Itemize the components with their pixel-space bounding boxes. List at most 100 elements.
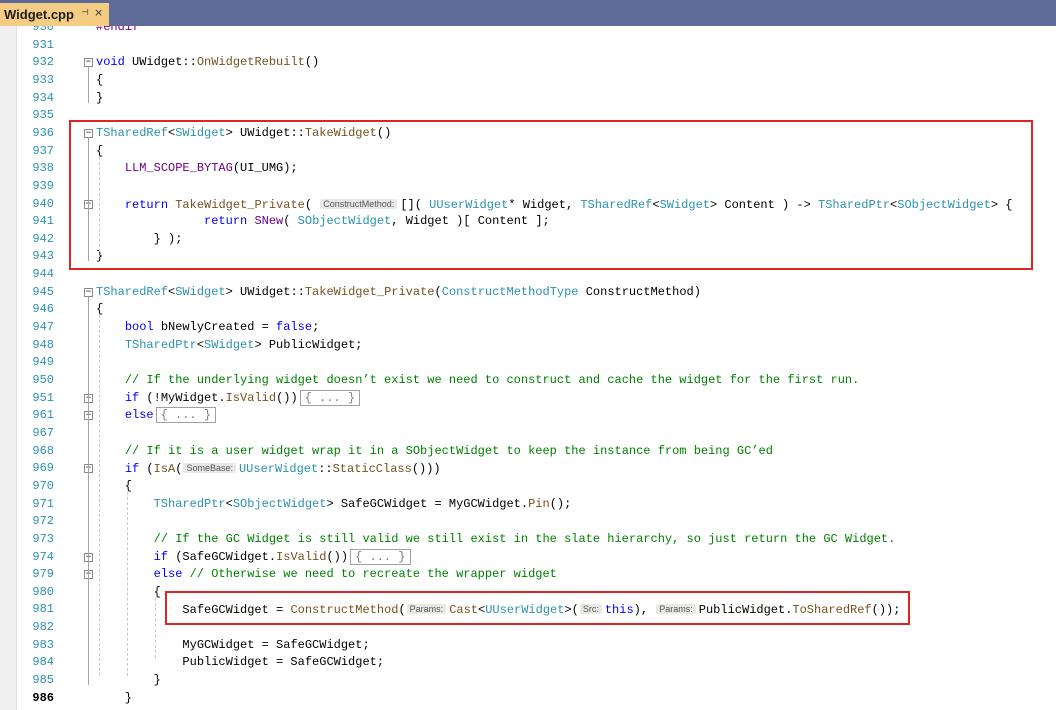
code-line[interactable]: 984 PublicWidget = SafeGCWidget; [0, 654, 1056, 672]
code-line[interactable]: 974 + if (SafeGCWidget.IsValid()){ ... } [0, 548, 1056, 567]
line-number: 948 [32, 337, 54, 352]
line-number: 947 [32, 320, 54, 335]
code-token: ( [175, 462, 183, 477]
code-token: () [304, 55, 320, 70]
code-text: TSharedRef<SWidget> UWidget::TakeWidget_… [96, 284, 701, 302]
code-token: void [96, 55, 125, 70]
code-token: SObjectWidget [232, 496, 327, 511]
parameter-hint: SomeBase: [183, 463, 236, 474]
code-line[interactable]: 970 { [0, 478, 1056, 496]
code-text: { [96, 584, 161, 602]
code-text: } [96, 690, 132, 708]
line-number: 940 [32, 196, 54, 211]
line-number: 951 [32, 390, 54, 405]
line-number: 941 [32, 214, 54, 229]
code-token: ()) [326, 549, 349, 564]
code-line[interactable]: 948 TSharedPtr<SWidget> PublicWidget; [0, 337, 1056, 355]
indent-guide [127, 491, 128, 677]
line-number: 973 [32, 531, 54, 546]
code-token: } [96, 690, 133, 705]
code-line[interactable]: 983 MyGCWidget = SafeGCWidget; [0, 637, 1056, 655]
line-number: 984 [32, 655, 54, 670]
code-line[interactable]: 968 // If it is a user widget wrap it in… [0, 443, 1056, 461]
code-token: (!MyWidget. [139, 390, 226, 405]
code-text: if (SafeGCWidget.IsValid()){ ... } [96, 548, 411, 567]
line-number: 933 [32, 72, 54, 87]
line-number: 979 [32, 567, 54, 582]
pin-icon[interactable]: ⊣ [81, 8, 89, 18]
code-token: < [225, 496, 233, 511]
code-editor[interactable]: 930 #endif 931 932− void UWidget::OnWidgetRe… [0, 26, 1056, 710]
code-line[interactable]: 947 bool bNewlyCreated = false; [0, 319, 1056, 337]
document-tab-bar: Widget.cpp ⊣ × [0, 0, 1056, 26]
line-number: 971 [32, 496, 54, 511]
code-line[interactable]: 951 + if (!MyWidget.IsValid()){ ... } [0, 389, 1056, 408]
line-number: 985 [32, 673, 54, 688]
code-token: IsA [153, 462, 176, 477]
code-token: else [124, 408, 154, 423]
code-line[interactable]: 969− if (IsA(SomeBase: UUserWidget::Stati… [0, 460, 1056, 478]
code-text: TSharedPtr<SWidget> PublicWidget; [96, 337, 363, 355]
code-line[interactable]: 971 TSharedPtr<SObjectWidget> SafeGCWidg… [0, 496, 1056, 514]
code-text: void UWidget::OnWidgetRebuilt() [96, 54, 319, 72]
code-token: PublicWidget = SafeGCWidget; [96, 655, 385, 670]
line-number: 981 [32, 602, 54, 617]
code-text: // If the underlying widget doesn’t exis… [96, 372, 860, 390]
code-token: // If it is a user widget wrap it in a S… [124, 443, 773, 458]
code-line[interactable]: 931 [0, 37, 1056, 55]
code-token: Pin [528, 496, 550, 511]
code-line[interactable]: 979− else // Otherwise we need to recrea… [0, 566, 1056, 584]
indent-guide [155, 597, 156, 659]
code-token: false [276, 320, 313, 335]
collapsed-block[interactable]: { ... } [350, 548, 411, 565]
line-number: 983 [32, 637, 54, 652]
code-text: MyGCWidget = SafeGCWidget; [96, 637, 369, 655]
code-line[interactable]: 972 [0, 513, 1056, 531]
code-token: if [124, 462, 140, 477]
code-line[interactable]: 946 { [0, 301, 1056, 319]
code-line[interactable]: 973 // If the GC Widget is still valid w… [0, 531, 1056, 549]
code-token: ( [139, 462, 154, 477]
code-line[interactable]: 950 // If the underlying widget doesn’t … [0, 372, 1056, 390]
collapse-icon[interactable]: − [84, 287, 93, 297]
code-text: if (!MyWidget.IsValid()){ ... } [96, 389, 361, 408]
code-line[interactable]: 933 { [0, 72, 1056, 90]
code-line[interactable]: 949 [0, 354, 1056, 372]
code-text: bool bNewlyCreated = false; [96, 319, 319, 337]
collapsed-block[interactable]: { ... } [299, 389, 361, 406]
code-token: TSharedRef [96, 284, 169, 299]
code-token: { [96, 584, 161, 599]
collapsed-block[interactable]: { ... } [155, 407, 217, 424]
code-line[interactable]: 967 [0, 425, 1056, 443]
code-line[interactable]: 934} [0, 90, 1056, 108]
code-line[interactable]: 985 } [0, 672, 1056, 690]
collapse-icon[interactable]: − [84, 58, 93, 68]
code-token: IsValid [225, 390, 277, 405]
code-token: > UWidget:: [225, 284, 305, 299]
line-number: 943 [32, 249, 54, 264]
code-token: > SafeGCWidget = MyGCWidget. [326, 496, 529, 511]
code-line[interactable]: 986 } [0, 690, 1056, 708]
line-number: 972 [32, 514, 54, 529]
code-token: if [124, 390, 140, 405]
code-token: // Otherwise we need to recreate the wra… [189, 567, 557, 582]
line-number: 967 [32, 425, 54, 440]
code-token: TSharedPtr [124, 337, 197, 352]
close-icon[interactable]: × [94, 6, 103, 19]
line-number: 936 [32, 125, 54, 140]
code-token: OnWidgetRebuilt [196, 55, 305, 70]
code-line[interactable]: 930 #endif [0, 26, 1056, 37]
tab-widget-cpp[interactable]: Widget.cpp ⊣ × [0, 3, 109, 26]
code-token: bool [124, 320, 154, 335]
code-text: } [96, 672, 161, 690]
code-token: if [153, 549, 169, 564]
code-line[interactable]: 961 + else{ ... } [0, 407, 1056, 425]
code-line[interactable]: 932 − void UWidget::OnWidgetRebuilt() [0, 54, 1056, 72]
line-number: 986 [32, 690, 54, 705]
code-line[interactable]: 945 − TSharedRef<SWidget> UWidget::TakeWid… [0, 284, 1056, 302]
code-token: UWidget:: [124, 55, 197, 70]
